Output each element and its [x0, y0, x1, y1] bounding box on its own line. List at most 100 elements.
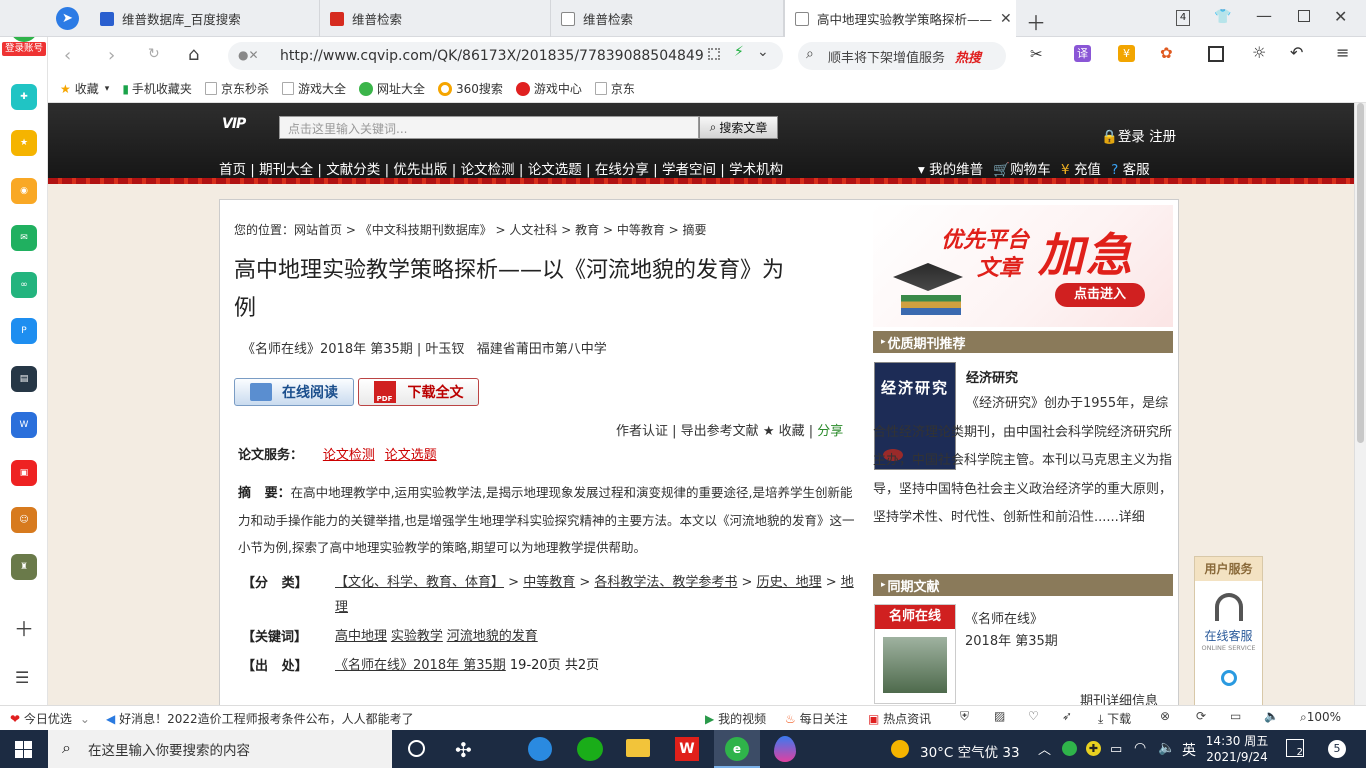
vip-search-button[interactable]: ⌕ 搜索文章: [699, 116, 778, 139]
sidebar-add-icon[interactable]: ＋: [14, 613, 34, 642]
game-controller-icon[interactable]: ✿: [1160, 44, 1173, 62]
sidebar-game2-icon[interactable]: ♜: [11, 554, 37, 580]
site-security-icon[interactable]: ●✕: [238, 48, 259, 62]
wps-icon[interactable]: W: [675, 737, 699, 761]
windows-start-icon[interactable]: [15, 741, 32, 758]
status-rocket-icon[interactable]: ➶: [1062, 709, 1072, 723]
hot-search-label[interactable]: 热搜: [955, 47, 981, 66]
wifi-icon[interactable]: ◠: [1134, 740, 1146, 756]
tab-2[interactable]: 维普检索: [320, 0, 551, 37]
bookmark-jd-seckill[interactable]: 京东秒杀: [204, 80, 269, 97]
read-online-button[interactable]: 在线阅读: [234, 378, 354, 406]
status-link-icon[interactable]: ⊗: [1160, 709, 1170, 723]
back-icon[interactable]: ‹: [64, 45, 71, 66]
status-shield-icon[interactable]: ⛨: [960, 709, 969, 724]
volume-icon[interactable]: 🔈: [1264, 709, 1279, 723]
tab-count-icon[interactable]: 4: [1176, 10, 1190, 26]
brightness-icon[interactable]: ☼: [1252, 43, 1266, 62]
status-image-icon[interactable]: ▨: [994, 709, 1005, 723]
chevron-down-icon[interactable]: ⌄: [757, 44, 769, 60]
breadcrumb-social[interactable]: 人文社科: [509, 223, 557, 237]
my-vip-link[interactable]: ▾ 我的维普: [918, 162, 983, 178]
keyword-link[interactable]: 河流地貌的发育: [447, 629, 538, 644]
download-button[interactable]: PDF 下载全文: [358, 378, 479, 406]
browser-taskbar-icon[interactable]: e: [714, 730, 760, 768]
notification-icon[interactable]: 2: [1286, 739, 1304, 758]
bookmark-360[interactable]: 360搜索: [437, 80, 503, 97]
breadcrumb-secondary[interactable]: 中等教育: [617, 223, 665, 237]
class-link[interactable]: 历史、地理: [757, 575, 822, 590]
sidebar-mail-icon[interactable]: ✉: [11, 225, 37, 251]
same-more-link[interactable]: 期刊详细信息: [1080, 690, 1158, 705]
nav-categories[interactable]: 文献分类: [326, 162, 380, 178]
nav-journals[interactable]: 期刊大全: [259, 162, 313, 178]
lightning-icon[interactable]: ⚡: [734, 44, 744, 60]
shirt-icon[interactable]: 👕: [1214, 9, 1231, 25]
bookmark-jd[interactable]: 京东: [594, 80, 635, 97]
author-verify-link[interactable]: 作者认证: [616, 424, 668, 439]
translate-icon[interactable]: 译: [1074, 45, 1091, 62]
nav-check[interactable]: 论文检测: [461, 162, 515, 178]
tray-plus-icon[interactable]: ✚: [1086, 741, 1101, 756]
status-heart-icon[interactable]: ♡: [1028, 709, 1039, 723]
nav-home[interactable]: 首页: [219, 162, 246, 178]
daily-focus-link[interactable]: ♨ 每日关注: [785, 710, 848, 727]
recharge-link[interactable]: ¥ 充值: [1061, 162, 1101, 178]
today-picks[interactable]: ❤ 今日优选 ⌄: [10, 710, 90, 727]
status-refresh-icon[interactable]: ⟳: [1196, 709, 1206, 723]
sidebar-word-icon[interactable]: W: [11, 412, 37, 438]
close-window-icon[interactable]: ✕: [1334, 7, 1347, 26]
same-issue-cover[interactable]: 名师在线: [874, 604, 956, 704]
drop-app-icon[interactable]: [774, 736, 796, 762]
nav-scholar[interactable]: 学者空间: [662, 162, 716, 178]
paper-topic-link[interactable]: 论文选题: [385, 448, 437, 463]
taskbar-search-input[interactable]: ⌕ 在这里输入你要搜索的内容: [48, 730, 392, 768]
nav-compass-icon[interactable]: ➤: [56, 7, 79, 30]
reload-icon[interactable]: ↻: [148, 46, 160, 62]
vip-logo[interactable]: VIP: [222, 116, 268, 136]
sidebar-app-icon-1[interactable]: ✚: [11, 84, 37, 110]
sidebar-game-icon[interactable]: ☺: [11, 507, 37, 533]
favorite-link[interactable]: 收藏: [779, 424, 805, 439]
keyword-link[interactable]: 实验教学: [391, 629, 443, 644]
hot-news-link[interactable]: ▣ 热点资讯: [868, 710, 931, 727]
scrollbar-thumb[interactable]: [1357, 103, 1364, 443]
class-link[interactable]: 【文化、科学、教育、体育】: [335, 575, 504, 590]
sidebar-pdf-icon[interactable]: P: [11, 318, 37, 344]
action-center-badge[interactable]: 5: [1328, 740, 1346, 758]
bookmark-hao[interactable]: 网址大全: [358, 80, 425, 97]
nav-topic[interactable]: 论文选题: [528, 162, 582, 178]
qr-icon[interactable]: [708, 48, 720, 60]
speaker-icon[interactable]: 🔈: [1158, 740, 1175, 756]
task-view-icon[interactable]: [408, 740, 425, 757]
sidebar-red-app-icon[interactable]: ▣: [11, 460, 37, 486]
ime-indicator[interactable]: 英: [1182, 740, 1196, 760]
address-bar[interactable]: ●✕ http://www.cqvip.com/QK/86173X/201835…: [228, 42, 783, 70]
clock[interactable]: 14:30 周五 2021/9/24: [1205, 733, 1269, 765]
sidebar-star-icon[interactable]: ★: [11, 130, 37, 156]
forward-icon[interactable]: ›: [108, 45, 115, 66]
source-link[interactable]: 《名师在线》2018年 第35期: [335, 658, 506, 673]
search-box[interactable]: ⌕ 顺丰将下架增值服务 热搜: [798, 42, 1006, 70]
undo-icon[interactable]: ↶: [1290, 43, 1303, 62]
scissors-icon[interactable]: ✂: [1030, 45, 1043, 63]
login-account-button[interactable]: 登录账号: [2, 42, 46, 56]
coupon-icon[interactable]: ¥: [1118, 45, 1135, 62]
class-link[interactable]: 各科教学法、教学参考书: [594, 575, 737, 590]
sidebar-menu-icon[interactable]: ☰: [15, 668, 29, 687]
bookmark-game-center[interactable]: 游戏中心: [515, 80, 582, 97]
breadcrumb-home[interactable]: 网站首页: [294, 223, 342, 237]
tray-chevron-icon[interactable]: ︿: [1038, 739, 1051, 758]
nav-institution[interactable]: 学术机构: [729, 162, 783, 178]
wechat-icon[interactable]: [577, 737, 603, 761]
new-tab-icon[interactable]: ＋: [1026, 7, 1046, 36]
keyword-link[interactable]: 高中地理: [335, 629, 387, 644]
export-reference-link[interactable]: 导出参考文献: [681, 424, 759, 439]
restore-icon[interactable]: [1298, 10, 1310, 22]
login-register-link[interactable]: 🔒登录 注册: [1101, 125, 1176, 145]
user-service-float[interactable]: 用户服务 在线客服 ONLINE SERVICE: [1194, 556, 1263, 705]
news-ticker[interactable]: ◀ 好消息！2022造价工程师报考条件公布，人人都能考了: [106, 710, 414, 727]
sidebar-news-icon[interactable]: ▤: [11, 366, 37, 392]
weather-text[interactable]: 30°C 空气优 33: [920, 741, 1020, 761]
battery-icon[interactable]: ▭: [1110, 742, 1122, 757]
